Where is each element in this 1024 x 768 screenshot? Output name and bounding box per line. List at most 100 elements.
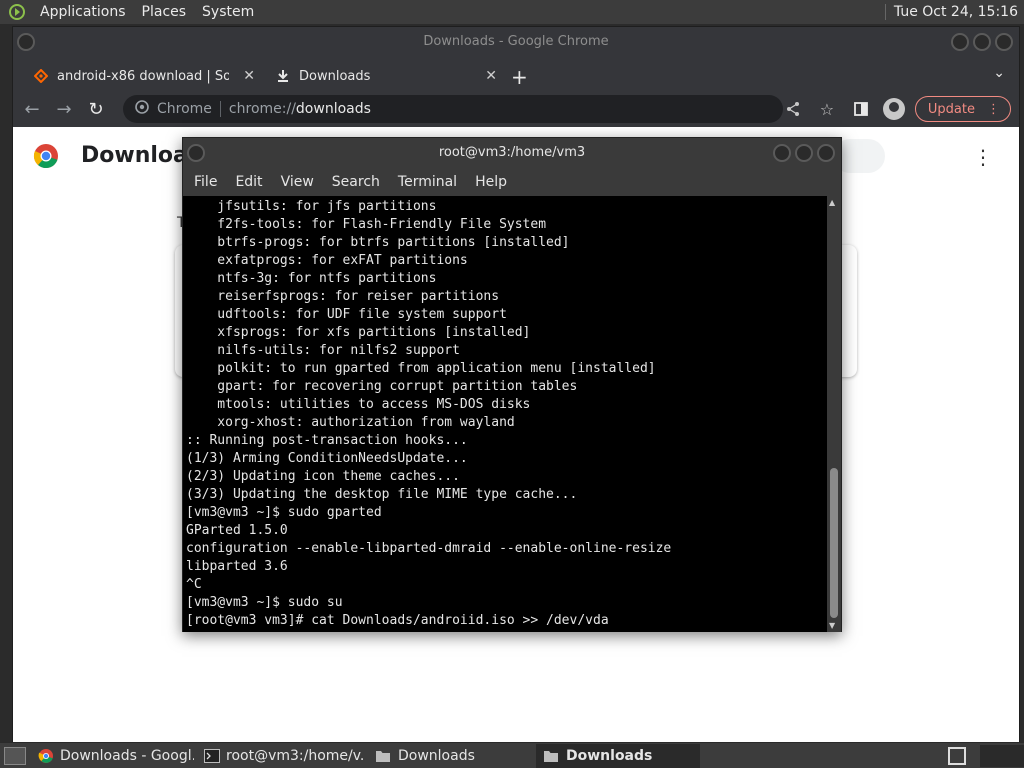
menu-help[interactable]: Help	[466, 174, 516, 190]
terminal-line: GParted 1.5.0	[186, 523, 288, 538]
tab-close-icon[interactable]: ✕	[243, 68, 255, 84]
menu-edit[interactable]: Edit	[226, 174, 271, 190]
tab-close-icon[interactable]: ✕	[485, 68, 497, 84]
task-downloads-folder-active[interactable]: Downloads	[536, 743, 700, 768]
window-menu-buttons	[17, 33, 35, 51]
omnibox-divider	[219, 101, 221, 117]
scroll-down-icon[interactable]: ▼	[829, 621, 835, 630]
task-label: Downloads - Googl...	[60, 747, 194, 764]
side-panel-icon[interactable]	[849, 97, 873, 121]
tab-title: Downloads	[299, 68, 371, 84]
task-label: Downloads	[398, 747, 475, 764]
reload-icon[interactable]: ↻	[83, 96, 109, 122]
menu-file[interactable]: File	[185, 174, 226, 190]
terminal-line: (2/3) Updating icon theme caches...	[186, 469, 460, 484]
terminal-line: reiserfsprogs: for reiser partitions	[186, 289, 500, 304]
bookmark-star-icon[interactable]: ☆	[815, 97, 839, 121]
tab-downloads[interactable]: Downloads ✕	[265, 61, 503, 91]
back-icon[interactable]: ←	[19, 96, 45, 122]
top-panel: Applications Places System Tue Oct 24, 1…	[0, 0, 1024, 24]
terminal-line: xfsprogs: for xfs partitions [installed]	[186, 325, 531, 340]
terminal-line: gpart: for recovering corrupt partition …	[186, 379, 578, 394]
menu-view[interactable]: View	[272, 174, 323, 190]
terminal-line: jfsutils: for jfs partitions	[186, 199, 437, 214]
terminal-window-menu	[187, 144, 205, 162]
terminal-line: ^C	[186, 577, 202, 592]
url-scheme: chrome://	[228, 101, 296, 117]
terminal-menubar: File Edit View Search Terminal Help	[183, 168, 841, 196]
url-path: downloads	[295, 101, 371, 117]
terminal-title-bar[interactable]: root@vm3:/home/vm3	[183, 138, 841, 168]
distro-logo-icon[interactable]	[6, 1, 28, 23]
panel-separator	[884, 4, 886, 20]
minimize-button[interactable]	[951, 33, 969, 51]
tab-title: android-x86 download | Source	[57, 68, 229, 84]
chrome-site-icon[interactable]	[135, 100, 149, 118]
menu-applications[interactable]: Applications	[32, 4, 134, 20]
show-desktop-icon[interactable]	[4, 746, 26, 765]
terminal-line: xorg-xhost: authorization from wayland	[186, 415, 515, 430]
chrome-title-bar[interactable]: Downloads - Google Chrome	[13, 27, 1019, 57]
workspace-2[interactable]	[980, 744, 1024, 767]
task-chrome[interactable]: Downloads - Googl...	[32, 744, 194, 768]
task-downloads-folder[interactable]: Downloads	[368, 744, 532, 768]
menu-search[interactable]: Search	[323, 174, 389, 190]
maximize-button[interactable]	[973, 33, 991, 51]
address-bar[interactable]: Chrome chrome:// downloads	[123, 95, 783, 123]
terminal-scrollbar[interactable]: ▲ ▼	[827, 196, 841, 632]
menu-terminal[interactable]: Terminal	[389, 174, 466, 190]
terminal-window: root@vm3:/home/vm3 File Edit View Search…	[182, 137, 842, 632]
terminal-line: configuration --enable-libparted-dmraid …	[186, 541, 672, 556]
folder-icon	[374, 748, 392, 764]
scrollbar-thumb[interactable]	[830, 468, 838, 618]
chrome-logo-icon	[33, 143, 59, 169]
page-more-icon[interactable]: ⋮	[973, 145, 993, 169]
close-button[interactable]	[995, 33, 1013, 51]
menu-places[interactable]: Places	[134, 4, 195, 20]
terminal-line: ntfs-3g: for ntfs partitions	[186, 271, 437, 286]
terminal-line: :: Running post-transaction hooks...	[186, 433, 468, 448]
clock[interactable]: Tue Oct 24, 15:16	[894, 4, 1024, 20]
kebab-menu-icon: ⋮	[987, 101, 1000, 117]
task-terminal[interactable]: root@vm3:/home/v...	[198, 744, 364, 768]
window-menu-button[interactable]	[17, 33, 35, 51]
terminal-line: libparted 3.6	[186, 559, 288, 574]
update-button[interactable]: Update ⋮	[914, 96, 1011, 122]
menu-system[interactable]: System	[194, 4, 262, 20]
update-label: Update	[927, 101, 975, 117]
share-icon[interactable]	[781, 97, 805, 121]
terminal-line: btrfs-progs: for btrfs partitions [insta…	[186, 235, 570, 250]
terminal-line: exfatprogs: for exFAT partitions	[186, 253, 468, 268]
terminal-output[interactable]: jfsutils: for jfs partitions f2fs-tools:…	[183, 196, 828, 632]
workspace-switcher-icon[interactable]	[948, 746, 966, 765]
terminal-line: (1/3) Arming ConditionNeedsUpdate...	[186, 451, 468, 466]
scroll-up-icon[interactable]: ▲	[829, 198, 835, 207]
tab-search-chevron-icon[interactable]: ⌄	[993, 65, 1005, 81]
omnibox-chip: Chrome	[157, 101, 212, 117]
folder-icon	[542, 748, 560, 764]
terminal-line: udftools: for UDF file system support	[186, 307, 507, 322]
close-button[interactable]	[817, 144, 835, 162]
maximize-button[interactable]	[795, 144, 813, 162]
terminal-window-controls	[773, 144, 835, 162]
tab-android-x86[interactable]: android-x86 download | Source ✕	[23, 61, 261, 91]
minimize-button[interactable]	[773, 144, 791, 162]
terminal-line: polkit: to run gparted from application …	[186, 361, 656, 376]
new-tab-icon[interactable]: +	[511, 65, 528, 89]
window-menu-button[interactable]	[187, 144, 205, 162]
sourceforge-icon	[33, 68, 49, 84]
terminal-line: nilfs-utils: for nilfs2 support	[186, 343, 460, 358]
terminal-line: [root@vm3 vm3]# cat Downloads/androiid.i…	[186, 613, 609, 628]
terminal-icon	[204, 748, 220, 764]
terminal-line: mtools: utilities to access MS-DOS disks	[186, 397, 531, 412]
chrome-icon	[38, 748, 54, 764]
forward-icon[interactable]: →	[51, 96, 77, 122]
download-icon	[275, 68, 291, 84]
terminal-line: (3/3) Updating the desktop file MIME typ…	[186, 487, 578, 502]
terminal-line: [vm3@vm3 ~]$ sudo gparted	[186, 505, 382, 520]
taskbar: Downloads - Googl... root@vm3:/home/v...…	[0, 742, 1024, 768]
window-title: Downloads - Google Chrome	[423, 34, 609, 49]
profile-avatar-icon[interactable]	[882, 98, 905, 120]
toolbar-actions: ☆ Update ⋮	[781, 95, 1011, 123]
window-controls	[951, 33, 1013, 51]
